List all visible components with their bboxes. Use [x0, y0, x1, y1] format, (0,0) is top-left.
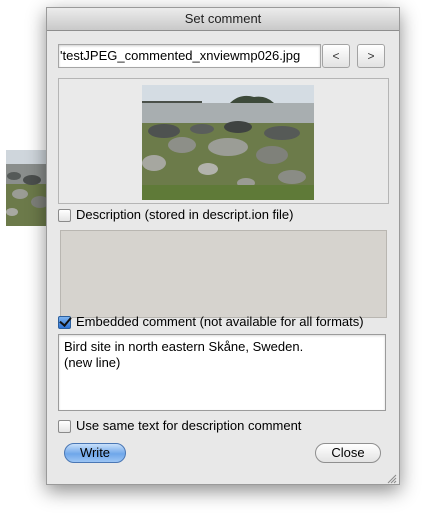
description-option[interactable]: Description (stored in descript.ion file…: [58, 206, 293, 224]
filename-field[interactable]: 'testJPEG_commented_xnviewmp026.jpg: [58, 44, 321, 68]
comment-line-1: Bird site in north eastern Skåne, Sweden…: [64, 339, 304, 354]
description-textarea[interactable]: [60, 230, 387, 318]
next-file-button[interactable]: >: [357, 44, 385, 68]
dialog-title[interactable]: Set comment: [47, 8, 399, 31]
write-button[interactable]: Write: [64, 443, 126, 463]
filename-text: 'testJPEG_commented_xnviewmp026.jpg: [60, 48, 301, 63]
same-text-option[interactable]: Use same text for description comment: [58, 417, 301, 435]
embedded-comment-textarea[interactable]: Bird site in north eastern Skåne, Sweden…: [58, 334, 386, 411]
comment-line-2: (new line): [64, 355, 121, 370]
embedded-comment-checkbox[interactable]: [58, 315, 71, 329]
description-checkbox-label: Description (stored in descript.ion file…: [76, 207, 294, 222]
background-thumbnail: [6, 150, 50, 226]
description-checkbox[interactable]: [58, 208, 71, 222]
same-text-checkbox-label: Use same text for description comment: [76, 418, 302, 433]
embedded-comment-checkbox-label: Embedded comment (not available for all …: [76, 314, 364, 329]
image-preview-box: [58, 78, 389, 204]
embedded-comment-option[interactable]: Embedded comment (not available for all …: [58, 313, 364, 331]
chevron-right-icon: >: [367, 49, 375, 63]
same-text-checkbox[interactable]: [58, 419, 71, 433]
image-preview: [142, 85, 314, 200]
chevron-left-icon: <: [332, 49, 340, 63]
close-button[interactable]: Close: [315, 443, 381, 463]
previous-file-button[interactable]: <: [322, 44, 350, 68]
resize-grip-icon[interactable]: [387, 472, 397, 484]
set-comment-dialog: Set comment 'testJPEG_commented_xnviewmp…: [46, 7, 400, 485]
